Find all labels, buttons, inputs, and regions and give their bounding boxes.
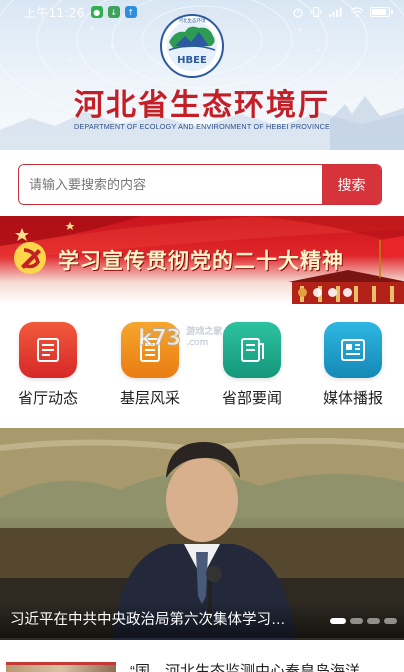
search-input[interactable] <box>19 165 322 204</box>
nav-label: 省厅动态 <box>17 390 78 407</box>
carousel-dot[interactable] <box>384 618 397 624</box>
nav-label: 媒体播报 <box>322 390 383 407</box>
banner-dot[interactable] <box>313 288 322 297</box>
featured-news-caption[interactable]: 习近平在中共中央政治局第六次集体学习… <box>10 608 328 629</box>
nav-label: 基层风采 <box>119 390 180 407</box>
featured-news-pagination <box>330 618 397 624</box>
hbee-logo: HBEE 河北生态环境 <box>160 14 224 78</box>
nav-item-province-news[interactable]: 省厅动态 <box>8 322 88 408</box>
vibrate-icon <box>310 6 322 18</box>
newspaper-icon <box>324 322 382 378</box>
app-header: 上午11:26 ● ↓ ↑ HBEE 河北生态环境 河北省生态环境厅 DEPAR… <box>0 0 404 150</box>
carousel-dot[interactable] <box>330 618 346 624</box>
nav-item-ministry-news[interactable]: 省部要闻 <box>212 322 292 408</box>
list-doc-icon <box>121 322 179 378</box>
banner-dot[interactable] <box>343 288 352 297</box>
status-app-icons: ● ↓ ↑ <box>90 6 137 18</box>
battery-level <box>372 9 386 15</box>
logo-ring-text: 河北生态环境 <box>179 17 206 24</box>
banner-dot[interactable] <box>328 288 337 297</box>
upload-icon: ↑ <box>124 6 137 18</box>
status-time: 上午11:26 <box>24 5 85 20</box>
download-icon: ↓ <box>107 6 120 18</box>
banner-pagination <box>298 288 352 297</box>
wifi-icon <box>350 7 364 18</box>
signal-icon <box>329 7 342 17</box>
site-title: 河北省生态环境厅 <box>74 88 330 123</box>
nav-item-media-broadcast[interactable]: 媒体播报 <box>313 322 393 408</box>
news-list-item[interactable]: “国…河北生态监测中心秦皇岛海洋 <box>0 648 404 672</box>
search-bar: 搜索 <box>18 164 382 205</box>
news-thumbnail <box>6 662 116 672</box>
carousel-dot[interactable] <box>350 618 363 624</box>
banner-dot[interactable] <box>298 288 307 297</box>
news-doc-icon <box>19 322 77 378</box>
battery-icon <box>370 7 393 17</box>
alarm-icon <box>293 8 303 18</box>
nav-label: 省部要闻 <box>221 390 282 407</box>
party-emblem-icon <box>14 242 46 274</box>
status-right-icons <box>292 6 393 18</box>
site-subtitle: DEPARTMENT OF ECOLOGY AND ENVIRONMENT OF… <box>74 122 330 131</box>
search-button[interactable]: 搜索 <box>322 165 381 204</box>
wechat-icon: ● <box>90 6 103 18</box>
logo-text: HBEE <box>177 55 207 66</box>
news-title: “国…河北生态监测中心秦皇岛海洋 <box>130 663 360 672</box>
banner-title: 学习宣传贯彻党的二十大精神 <box>58 248 344 273</box>
article-doc-icon <box>223 322 281 378</box>
quick-nav: 省厅动态 基层风采 省部要闻 媒体播报 <box>0 322 404 412</box>
carousel-dot[interactable] <box>367 618 380 624</box>
nav-item-grassroots[interactable]: 基层风采 <box>110 322 190 408</box>
